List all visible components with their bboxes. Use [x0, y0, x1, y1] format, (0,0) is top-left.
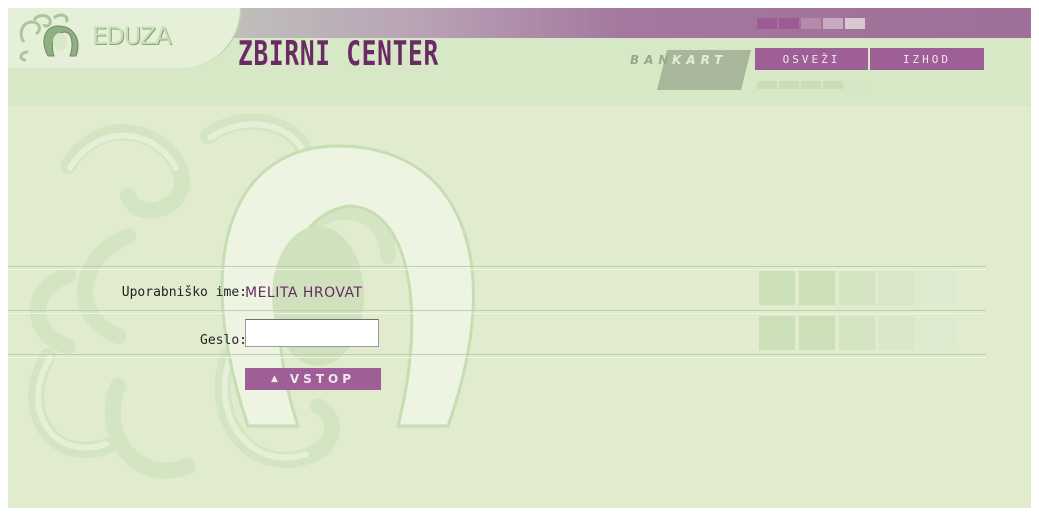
password-label: Geslo:: [200, 333, 247, 348]
divider-line: [8, 313, 986, 314]
logo-text: EDUZA: [92, 22, 172, 50]
logo-tab: EDUZA: [8, 8, 242, 68]
login-button[interactable]: ▲ VSTOP: [245, 368, 381, 390]
login-button-label: VSTOP: [289, 372, 356, 386]
decorative-square: [919, 271, 955, 305]
decorative-square: [799, 316, 835, 350]
divider-line: [8, 266, 986, 267]
logout-button[interactable]: IZHOD: [870, 48, 984, 70]
decorative-square: [759, 271, 795, 305]
divider-line: [8, 269, 986, 270]
divider-line: [8, 354, 986, 355]
password-input[interactable]: [245, 319, 379, 347]
decorative-squares-top: [757, 18, 865, 29]
decorative-square: [839, 316, 875, 350]
bankart-logo-left: BAN: [630, 53, 674, 67]
decorative-square: [919, 316, 955, 350]
refresh-button[interactable]: OSVEŽI: [755, 48, 868, 70]
medusa-background-image: [28, 113, 475, 479]
bankart-logo: BAN KART: [620, 50, 752, 92]
divider-line: [8, 310, 986, 311]
decorative-square: [879, 271, 915, 305]
username-value: MELITA HROVAT: [245, 285, 363, 301]
up-arrow-icon: ▲: [270, 374, 278, 384]
medusa-logo-icon: [19, 13, 79, 62]
app-window: EDUZA ZBIRNI CENTER BAN KART OSVEŽI IZHO…: [8, 8, 1031, 508]
decorative-square: [879, 316, 915, 350]
bankart-logo-right: KART: [672, 53, 728, 67]
username-label: Uporabniško ime:: [121, 285, 247, 300]
page-title: ZBIRNI CENTER: [238, 34, 439, 74]
divider-line: [8, 357, 986, 358]
decorative-square: [759, 316, 795, 350]
decorative-square: [799, 271, 835, 305]
decorative-square: [839, 271, 875, 305]
decorative-squares-bottom: [757, 81, 865, 89]
